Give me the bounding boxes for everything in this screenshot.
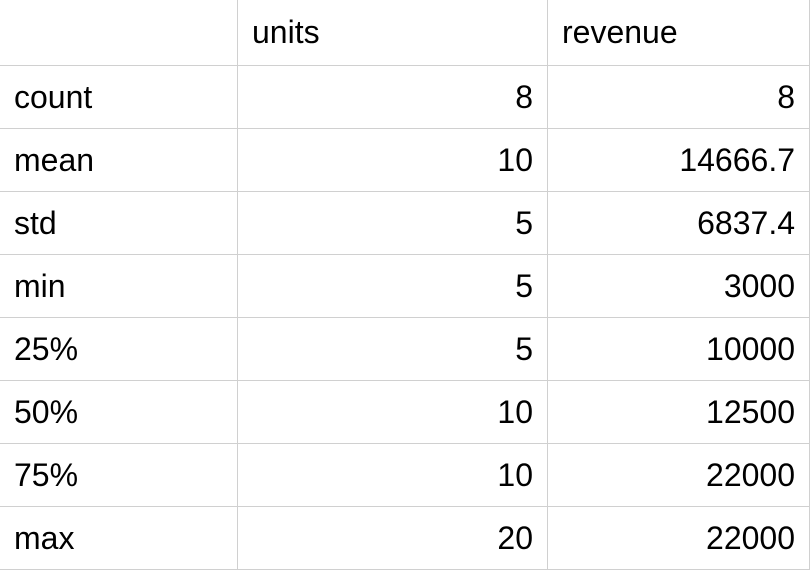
row-label: std [0, 192, 238, 255]
table-row: 75% 10 22000 [0, 444, 810, 507]
row-label: mean [0, 129, 238, 192]
cell-revenue: 22000 [548, 444, 810, 507]
table-row: std 5 6837.4 [0, 192, 810, 255]
table-row: min 5 3000 [0, 255, 810, 318]
cell-revenue: 8 [548, 66, 810, 129]
cell-units: 5 [238, 192, 548, 255]
cell-units: 10 [238, 381, 548, 444]
row-label: max [0, 507, 238, 570]
cell-units: 10 [238, 129, 548, 192]
table-row: 50% 10 12500 [0, 381, 810, 444]
cell-revenue: 12500 [548, 381, 810, 444]
cell-units: 10 [238, 444, 548, 507]
table-header-row: units revenue [0, 0, 810, 66]
row-label: min [0, 255, 238, 318]
table-row: max 20 22000 [0, 507, 810, 570]
cell-revenue: 6837.4 [548, 192, 810, 255]
cell-revenue: 22000 [548, 507, 810, 570]
cell-units: 5 [238, 318, 548, 381]
cell-units: 20 [238, 507, 548, 570]
cell-units: 5 [238, 255, 548, 318]
row-label: count [0, 66, 238, 129]
table-row: 25% 5 10000 [0, 318, 810, 381]
cell-revenue: 10000 [548, 318, 810, 381]
row-label: 50% [0, 381, 238, 444]
cell-units: 8 [238, 66, 548, 129]
col-header-units: units [238, 0, 548, 66]
col-header-index [0, 0, 238, 66]
row-label: 75% [0, 444, 238, 507]
table-row: mean 10 14666.7 [0, 129, 810, 192]
describe-table: units revenue count 8 8 mean 10 14666.7 … [0, 0, 810, 570]
cell-revenue: 3000 [548, 255, 810, 318]
row-label: 25% [0, 318, 238, 381]
cell-revenue: 14666.7 [548, 129, 810, 192]
col-header-revenue: revenue [548, 0, 810, 66]
table-row: count 8 8 [0, 66, 810, 129]
stats-table: units revenue count 8 8 mean 10 14666.7 … [0, 0, 810, 570]
